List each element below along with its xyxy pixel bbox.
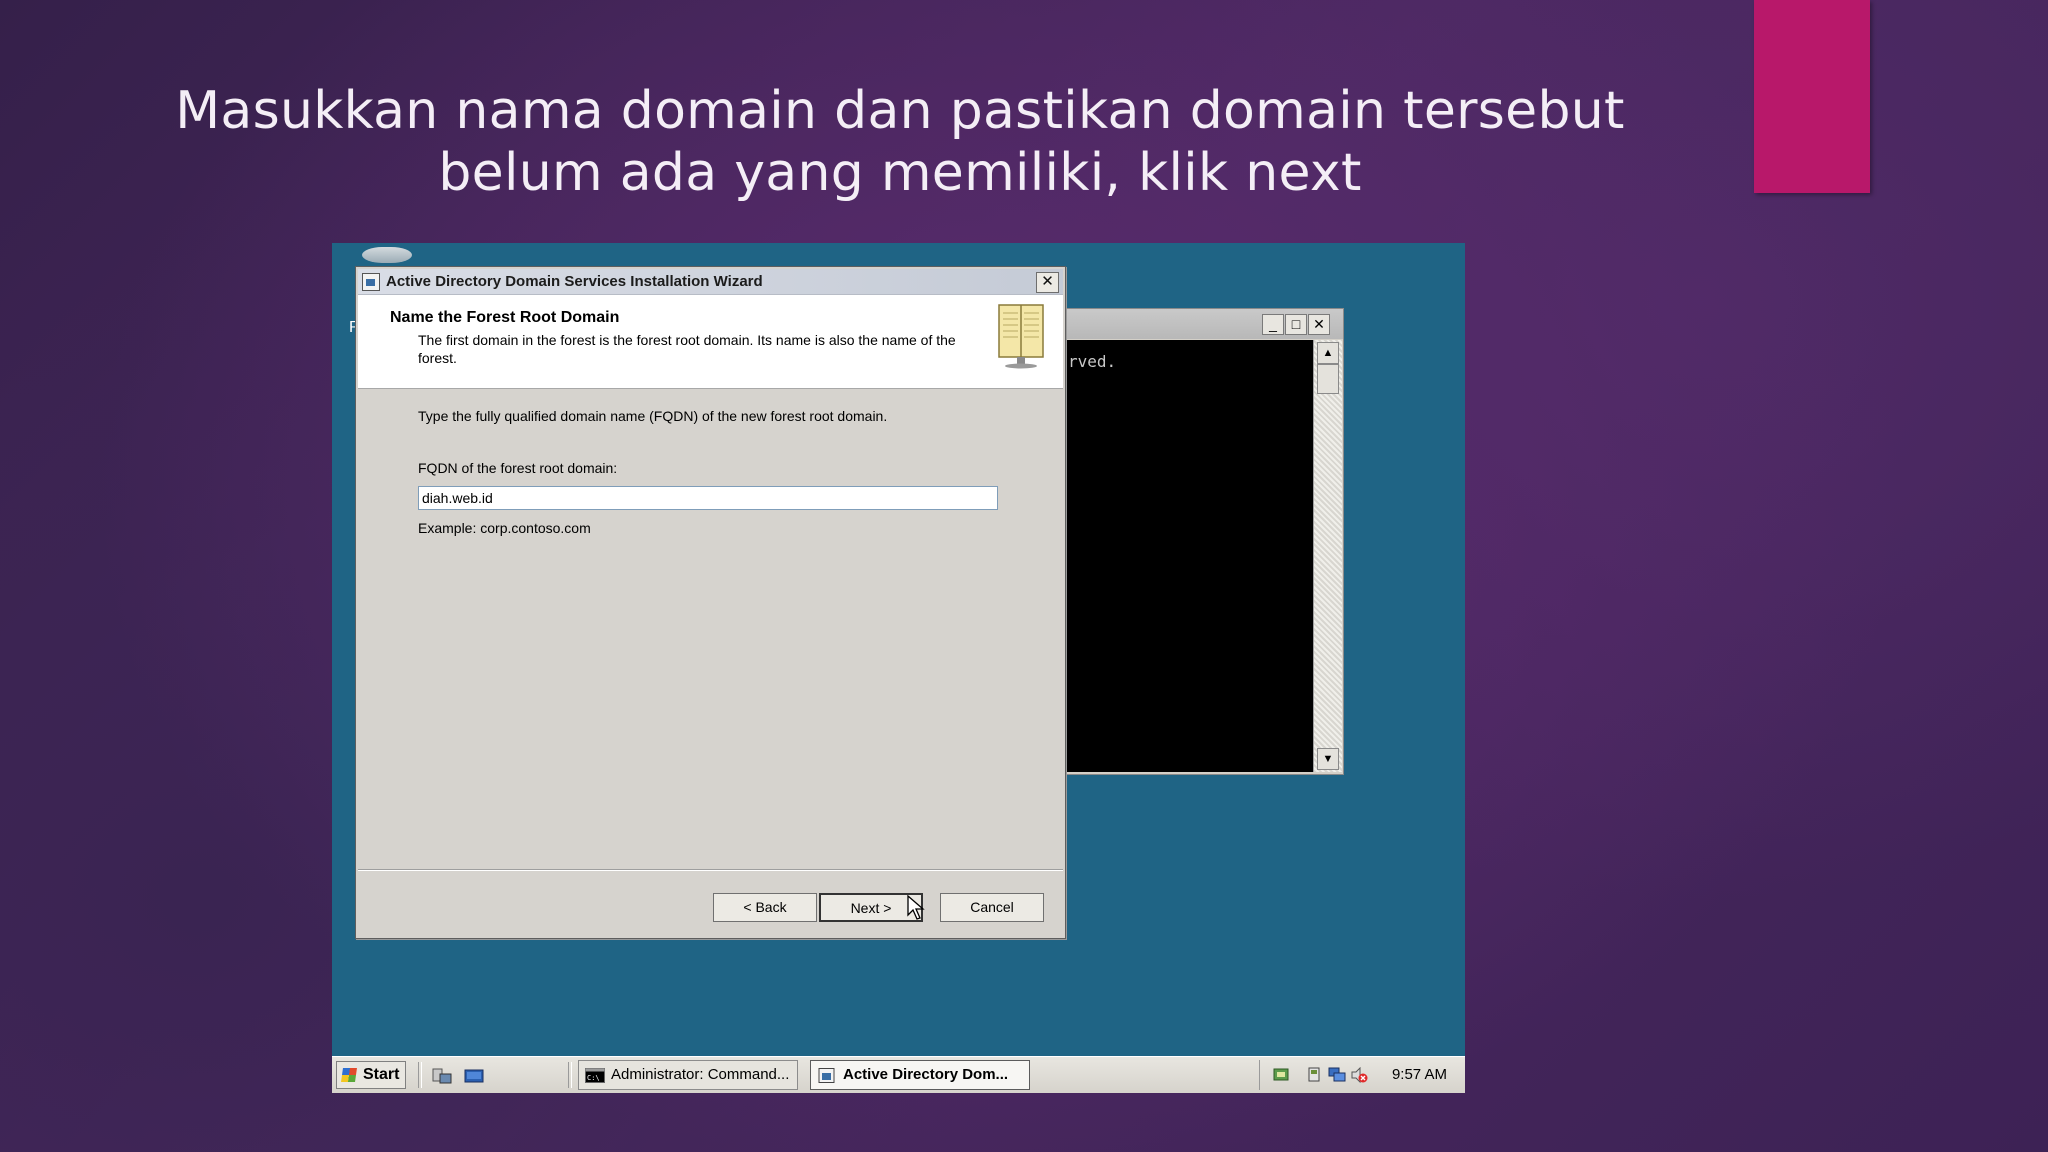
taskbar-separator: [418, 1062, 422, 1088]
svg-text:C:\: C:\: [587, 1074, 600, 1082]
mouse-cursor-icon: [907, 895, 925, 920]
taskbar: Start C:\ Administrator: Command... Acti…: [332, 1056, 1465, 1093]
fqdn-input[interactable]: [418, 486, 998, 510]
volume-muted-icon[interactable]: [1350, 1067, 1368, 1083]
maximize-icon[interactable]: □: [1285, 314, 1307, 335]
wizard-separator: [358, 869, 1063, 871]
back-button[interactable]: < Back: [713, 893, 817, 922]
cancel-button[interactable]: Cancel: [940, 893, 1044, 922]
console-titlebar[interactable]: _ □ ✕: [1066, 309, 1343, 339]
wizard-title: Active Directory Domain Services Install…: [386, 273, 763, 290]
book-icon: [998, 304, 1044, 369]
windows-logo-icon: [341, 1068, 357, 1082]
minimize-icon[interactable]: _: [1262, 314, 1284, 335]
ad-ds-installation-wizard: Active Directory Domain Services Install…: [355, 266, 1066, 939]
console-scrollbar[interactable]: ▲ ▼: [1313, 340, 1342, 772]
wizard-header: Name the Forest Root Domain The first do…: [358, 295, 1063, 389]
wizard-page-description: The first domain in the forest is the fo…: [418, 332, 956, 366]
wizard-app-icon: [818, 1068, 835, 1083]
fqdn-label: FQDN of the forest root domain:: [418, 460, 618, 476]
accent-bar: [1754, 0, 1870, 193]
wizard-titlebar[interactable]: Active Directory Domain Services Install…: [358, 269, 1063, 295]
monitors-tray-icon[interactable]: [1328, 1067, 1346, 1083]
taskbar-item-command-prompt[interactable]: C:\ Administrator: Command...: [578, 1060, 798, 1090]
task-label: Active Directory Dom...: [843, 1066, 1009, 1083]
start-label: Start: [363, 1066, 400, 1083]
command-prompt-window[interactable]: _ □ ✕ rved. ▲ ▼: [1065, 308, 1344, 775]
windows-desktop-screenshot: R _ □ ✕ rved. ▲ ▼ Active Directory Domai…: [332, 243, 1465, 1093]
wizard-page-title: Name the Forest Root Domain: [390, 309, 620, 326]
console-output: rved.: [1066, 340, 1313, 772]
slide-title: Masukkan nama domain dan pastikan domain…: [150, 80, 1650, 204]
scroll-up-icon[interactable]: ▲: [1317, 342, 1339, 364]
scroll-down-icon[interactable]: ▼: [1317, 748, 1339, 770]
slide-title-line-2: belum ada yang memiliki, klik next: [438, 143, 1362, 203]
taskbar-separator: [568, 1062, 572, 1088]
taskbar-clock[interactable]: 9:57 AM: [1392, 1066, 1447, 1083]
close-icon[interactable]: ✕: [1036, 272, 1059, 293]
show-desktop-icon[interactable]: [464, 1068, 484, 1084]
server-manager-icon[interactable]: [432, 1068, 452, 1084]
start-button[interactable]: Start: [336, 1061, 406, 1089]
slide-title-line-1: Masukkan nama domain dan pastikan domain…: [175, 81, 1625, 141]
recycle-bin-icon[interactable]: [362, 247, 412, 263]
console-text: rved.: [1068, 352, 1117, 371]
safely-remove-icon[interactable]: [1306, 1067, 1324, 1083]
close-icon[interactable]: ✕: [1308, 314, 1330, 335]
task-label: Administrator: Command...: [611, 1066, 790, 1083]
scroll-thumb[interactable]: [1317, 364, 1339, 394]
wizard-prompt: Type the fully qualified domain name (FQ…: [418, 408, 888, 424]
taskbar-item-ad-wizard[interactable]: Active Directory Dom...: [810, 1060, 1030, 1090]
command-prompt-icon: C:\: [585, 1068, 605, 1083]
network-tray-icon[interactable]: [1272, 1067, 1290, 1083]
system-tray: 9:57 AM: [1259, 1060, 1465, 1090]
fqdn-example: Example: corp.contoso.com: [418, 520, 591, 536]
wizard-app-icon: [362, 273, 380, 291]
